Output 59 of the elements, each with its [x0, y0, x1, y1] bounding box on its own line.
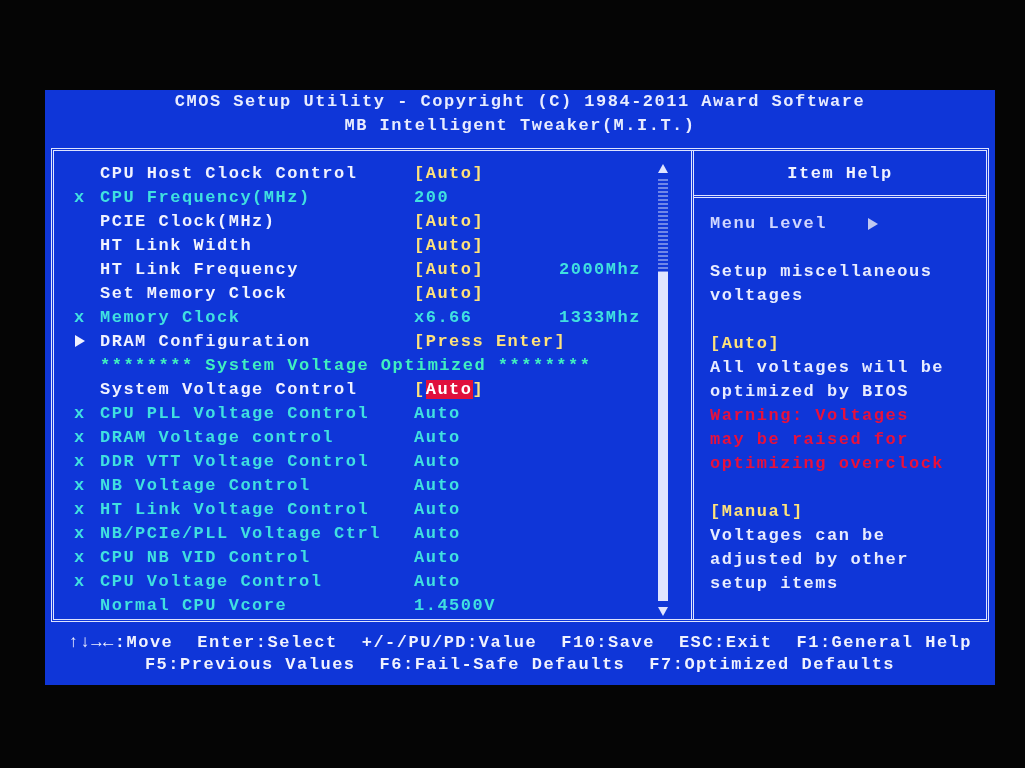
- disabled-mark: x: [74, 403, 86, 423]
- key-hint: F10:Save: [561, 631, 655, 654]
- setting-label: HT Link Frequency: [100, 259, 300, 279]
- setting-label: HT Link Voltage Control: [100, 499, 371, 519]
- key-hint: ↑↓→←:Move: [67, 631, 174, 654]
- setting-value[interactable]: [Auto]: [410, 283, 559, 303]
- setting-label: CPU PLL Voltage Control: [100, 403, 371, 423]
- menu-level-arrow-icon: [867, 217, 880, 231]
- option-name: [Auto]: [710, 333, 782, 355]
- help-text: Voltages can be adjusted by other setup items: [710, 525, 910, 595]
- setting-reading: 1333Mhz: [559, 307, 641, 327]
- warning-text: Warning: Voltages may be raised for optimizing overclock: [710, 405, 946, 475]
- setting-label: Memory Clock: [100, 307, 242, 327]
- option-name: [Manual]: [710, 501, 805, 523]
- setting-label: PCIE Clock(MHz): [100, 211, 277, 231]
- utility-title: CMOS Setup Utility - Copyright (C) 1984-2011 Award Software: [174, 91, 866, 113]
- setting-label: DRAM Configuration: [100, 331, 312, 351]
- key-hint: F7:Optimized Defaults: [649, 653, 896, 676]
- help-title: Item Help: [787, 163, 893, 183]
- help-text: All voltages will be optimized by BIOS: [710, 357, 946, 403]
- disabled-mark: x: [74, 307, 86, 327]
- setting-label: NB Voltage Control: [100, 475, 312, 495]
- setting-value[interactable]: [Auto]: [410, 163, 559, 183]
- setting-label: DDR VTT Voltage Control: [100, 451, 371, 471]
- setting-value[interactable]: [Auto]: [410, 379, 559, 399]
- disabled-mark: x: [74, 547, 86, 567]
- disabled-mark: x: [74, 187, 86, 207]
- setting-label: CPU Voltage Control: [100, 571, 324, 591]
- setting-label: DRAM Voltage control: [100, 427, 336, 447]
- key-hint: F5:Previous Values: [144, 653, 356, 676]
- setting-label: System Voltage Control: [100, 379, 359, 399]
- setting-label: Set Memory Clock: [100, 283, 289, 303]
- setting-label: NB/PCIe/PLL Voltage Ctrl: [100, 523, 382, 543]
- setting-value[interactable]: [Auto]: [410, 259, 559, 279]
- help-text: Setup miscellaneous voltages: [710, 261, 934, 307]
- key-hint: Enter:Select: [197, 631, 338, 654]
- page-title: MB Intelligent Tweaker(M.I.T.): [344, 115, 696, 137]
- setting-reading: 2000Mhz: [559, 259, 641, 279]
- submenu-arrow-icon: [74, 334, 86, 348]
- disabled-mark: x: [74, 451, 86, 471]
- key-hint: ESC:Exit: [678, 631, 773, 654]
- disabled-mark: x: [74, 523, 86, 543]
- disabled-mark: x: [74, 571, 86, 591]
- setting-label: CPU Frequency(MHz): [100, 187, 312, 207]
- section-heading: ******** System Voltage Optimized ********: [99, 354, 593, 377]
- disabled-mark: x: [74, 499, 86, 519]
- setting-value[interactable]: [Auto]: [410, 235, 559, 255]
- disabled-mark: x: [74, 475, 86, 495]
- key-hint: +/-/PU/PD:Value: [361, 631, 538, 654]
- menu-level-label: Menu Level: [710, 213, 828, 235]
- key-hint: F1:General Help: [796, 631, 973, 654]
- setting-value[interactable]: [Auto]: [410, 211, 559, 231]
- setting-label: CPU Host Clock Control: [100, 163, 359, 183]
- scrollbar[interactable]: [658, 179, 668, 601]
- disabled-mark: x: [74, 427, 86, 447]
- setting-label: Normal CPU Vcore: [100, 595, 289, 615]
- setting-label: CPU NB VID Control: [100, 547, 312, 567]
- setting-label: HT Link Width: [100, 235, 254, 255]
- key-hint: F6:Fail-Safe Defaults: [379, 653, 626, 676]
